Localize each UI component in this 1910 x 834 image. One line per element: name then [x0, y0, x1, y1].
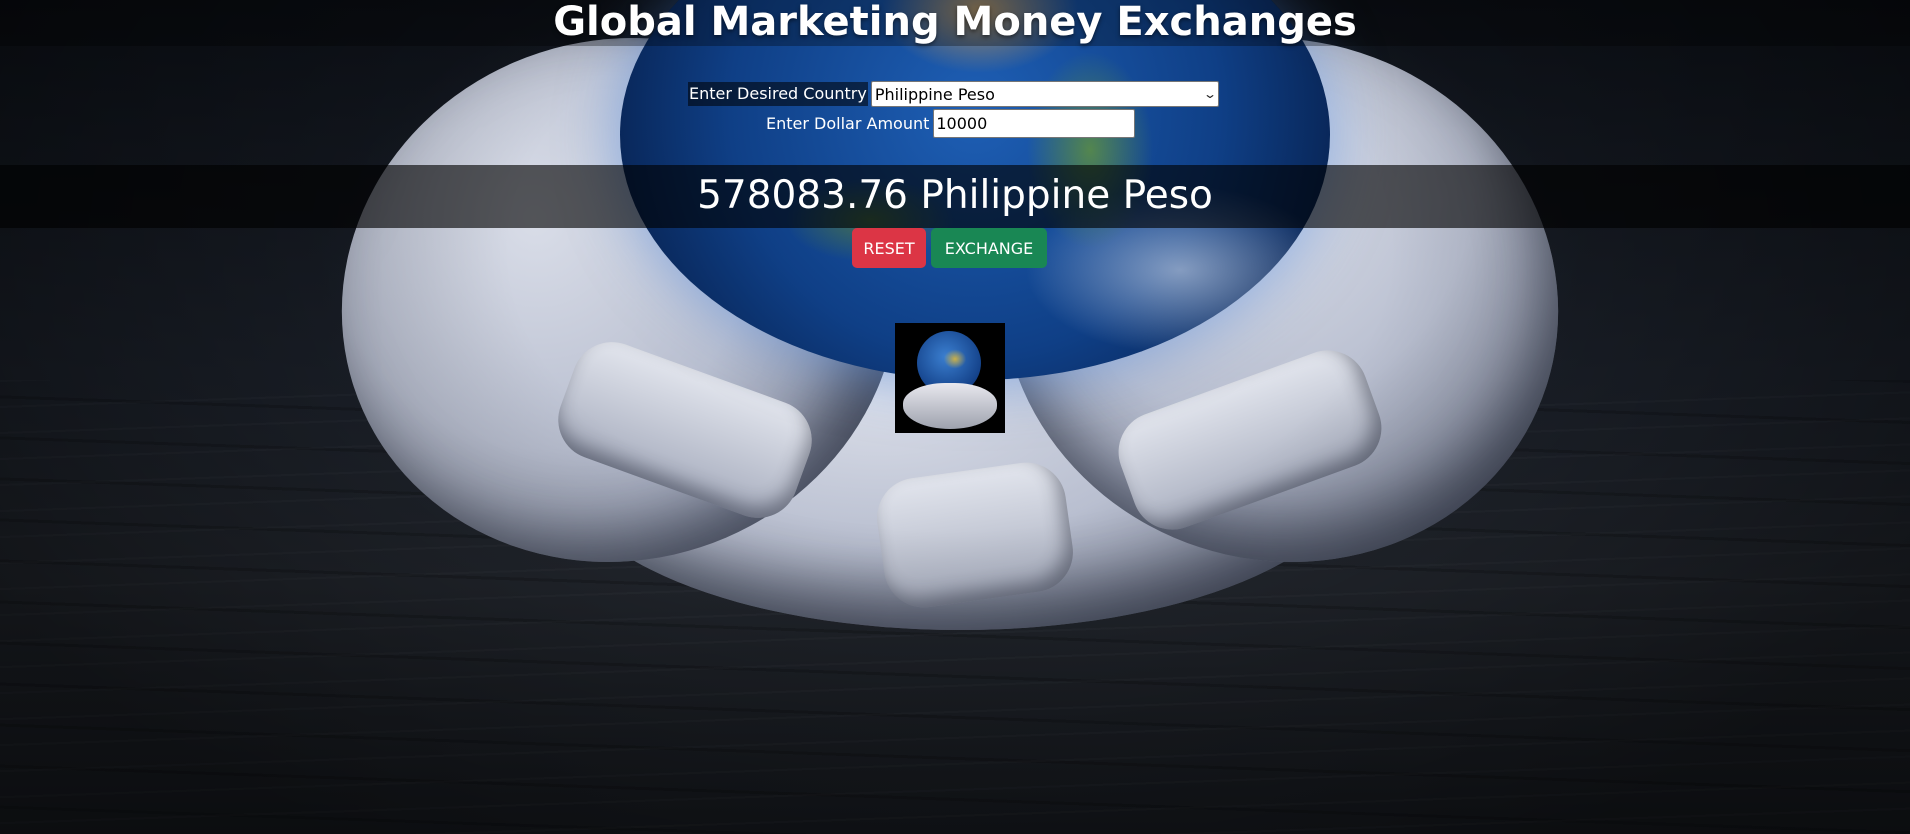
amount-input[interactable]	[933, 109, 1136, 138]
reset-button[interactable]: RESET	[852, 228, 926, 268]
action-buttons: RESET EXCHANGE	[852, 228, 1047, 268]
amount-label: Enter Dollar Amount	[766, 113, 930, 133]
exchange-result: 578083.76 Philippine Peso	[697, 173, 1213, 218]
amount-row: Enter Dollar Amount	[765, 109, 1136, 138]
exchange-button[interactable]: EXCHANGE	[931, 228, 1047, 268]
chevron-down-icon: ⌄	[1202, 87, 1217, 101]
country-select-value: Philippine Peso	[874, 84, 995, 104]
country-label: Enter Desired Country	[688, 82, 868, 106]
hands-icon	[903, 383, 997, 429]
page-title: Global Marketing Money Exchanges	[553, 0, 1357, 45]
country-row: Enter Desired Country Philippine Peso ⌄	[688, 81, 1219, 107]
globe-logo-image	[895, 323, 1005, 433]
country-select[interactable]: Philippine Peso ⌄	[870, 81, 1219, 107]
